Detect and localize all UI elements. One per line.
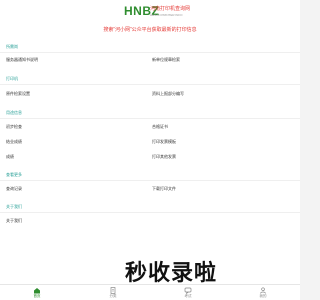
divider — [0, 212, 300, 213]
notice-banner: 搜索“河小网”公众平台获取最新的打印信息 — [103, 27, 197, 33]
user-icon — [260, 287, 266, 294]
tab-mine[interactable]: 我的 — [248, 287, 278, 299]
list-item[interactable]: 打印其他发票 — [152, 154, 176, 159]
tab-label: 分类 — [109, 294, 117, 298]
site-logo[interactable]: HNBZ 河南打印机查询网 HENAN PRINTER INFO — [124, 4, 190, 22]
list-item[interactable]: 服务器通知书说明 — [6, 57, 38, 62]
divider — [0, 52, 300, 53]
tab-label: 我的 — [259, 294, 267, 298]
list-item[interactable]: 查询记录 — [6, 186, 22, 191]
section-title: 关于我们 — [6, 204, 22, 209]
list-item[interactable]: 下载打印文件 — [152, 186, 176, 191]
section-title: 打印机 — [6, 76, 18, 81]
list-item[interactable]: 结业成绩 — [6, 139, 22, 144]
bottom-tab-bar: 首页 分类 考试 我的 — [0, 284, 300, 300]
tab-category[interactable]: 分类 — [98, 287, 128, 299]
tab-exam[interactable]: 考试 — [173, 287, 203, 299]
list-item[interactable]: 成绩 — [6, 154, 14, 159]
divider — [0, 118, 300, 119]
list-item[interactable]: 原件检索设置 — [6, 91, 30, 96]
home-icon — [34, 288, 40, 294]
watermark-text: 秒收录啦 — [125, 260, 218, 285]
list-item[interactable]: 新单位规章检索 — [152, 57, 180, 62]
list-item[interactable]: 资料上报部分编写 — [152, 91, 184, 96]
document-icon — [110, 287, 116, 294]
message-icon — [184, 287, 192, 294]
list-item[interactable]: 关于我们 — [6, 218, 22, 223]
section-title: 用途信息 — [6, 110, 22, 115]
section-title: 所需岗 — [6, 44, 18, 49]
page: HNBZ 河南打印机查询网 HENAN PRINTER INFO 搜索“河小网”… — [0, 0, 300, 300]
tab-home[interactable]: 首页 — [22, 287, 52, 299]
list-item[interactable]: 初步检查 — [6, 124, 22, 129]
section-title: 查看更多 — [6, 172, 22, 177]
divider — [0, 180, 300, 181]
divider — [0, 84, 300, 85]
list-item[interactable]: 合格证书 — [152, 124, 168, 129]
tab-label: 首页 — [33, 294, 41, 298]
tab-label: 考试 — [184, 294, 192, 298]
logo-en-text: HENAN PRINTER INFO — [150, 13, 183, 17]
header: HNBZ 河南打印机查询网 HENAN PRINTER INFO — [0, 0, 300, 22]
main-content: 搜索“河小网”公众平台获取最新的打印信息 所需岗 服务器通知书说明 新单位规章检… — [0, 22, 300, 285]
list-item[interactable]: 打印发票模板 — [152, 139, 176, 144]
logo-cn-text: 河南打印机查询网 — [150, 6, 191, 12]
